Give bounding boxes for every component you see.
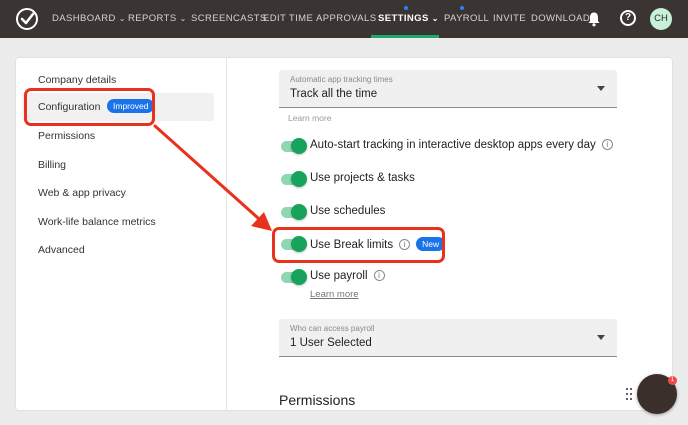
bell-icon[interactable] (586, 11, 602, 27)
learn-more-link[interactable]: Learn more (288, 113, 331, 123)
sidebar-item-work-life-balance[interactable]: Work-life balance metrics (38, 216, 156, 228)
nav-screencasts[interactable]: SCREENCASTS (191, 13, 267, 24)
toggle-knob (291, 171, 307, 187)
sidebar-item-company-details[interactable]: Company details (38, 74, 116, 86)
active-tab-indicator (371, 35, 439, 38)
checkmark-logo-icon[interactable] (16, 8, 38, 30)
nav-download[interactable]: DOWNLOAD (531, 13, 590, 24)
top-navigation-bar: DASHBOARD ⌄ REPORTS ⌄ SCREENCASTS EDIT TIM… (0, 0, 688, 38)
nav-approvals[interactable]: APPROVALS (316, 13, 376, 24)
toggle-label: Use projects & tasks (310, 172, 415, 184)
drag-handle-icon[interactable] (625, 387, 633, 401)
select-label: Who can access payroll (290, 324, 375, 333)
configuration-highlight-box (24, 88, 155, 126)
select-value: Track all the time (290, 88, 378, 100)
info-icon[interactable]: i (601, 139, 613, 150)
payroll-access-select[interactable]: Who can access payroll 1 User Selected (279, 319, 617, 357)
payroll-notification-dot (460, 6, 464, 10)
nav-edit-time[interactable]: EDIT TIME (263, 13, 313, 24)
select-value: 1 User Selected (290, 337, 372, 349)
sidebar-item-web-app-privacy[interactable]: Web & app privacy (38, 187, 126, 199)
toggle-label: Use payroll i (310, 270, 385, 282)
user-avatar[interactable]: CH (650, 8, 672, 30)
sidebar-item-advanced[interactable]: Advanced (38, 244, 85, 256)
payroll-toggle[interactable] (281, 269, 307, 285)
toggle-label: Auto-start tracking in interactive deskt… (310, 139, 613, 151)
toggle-knob (291, 204, 307, 220)
toggle-label: Use schedules (310, 205, 386, 217)
settings-notification-dot (404, 6, 408, 10)
nav-dashboard[interactable]: DASHBOARD ⌄ (52, 13, 126, 24)
nav-payroll[interactable]: PAYROLL (444, 13, 489, 24)
break-limits-highlight-box (272, 227, 445, 263)
auto-start-toggle[interactable] (281, 138, 307, 154)
nav-settings[interactable]: SETTINGS ⌄ (378, 13, 439, 24)
nav-reports[interactable]: REPORTS ⌄ (128, 13, 187, 24)
sidebar-item-billing[interactable]: Billing (38, 159, 66, 171)
dropdown-arrow-icon (597, 335, 605, 340)
payroll-learn-more-link[interactable]: Learn more (310, 289, 359, 300)
toggle-knob (291, 269, 307, 285)
chat-notification-badge: 1 (668, 376, 677, 385)
chevron-down-icon: ⌄ (431, 14, 439, 23)
select-label: Automatic app tracking times (290, 75, 393, 84)
projects-tasks-toggle[interactable] (281, 171, 307, 187)
help-icon[interactable]: ? (620, 10, 636, 26)
toggle-knob (291, 138, 307, 154)
chevron-down-icon: ⌄ (179, 14, 187, 23)
tracking-times-select[interactable]: Automatic app tracking times Track all t… (279, 70, 617, 108)
info-icon[interactable]: i (373, 270, 385, 281)
dropdown-arrow-icon (597, 86, 605, 91)
nav-invite[interactable]: INVITE (493, 13, 526, 24)
sidebar-item-permissions[interactable]: Permissions (38, 130, 95, 142)
permissions-section-title: Permissions (279, 392, 356, 408)
schedules-toggle[interactable] (281, 204, 307, 220)
chevron-down-icon: ⌄ (118, 14, 126, 23)
sidebar-divider (226, 58, 227, 410)
